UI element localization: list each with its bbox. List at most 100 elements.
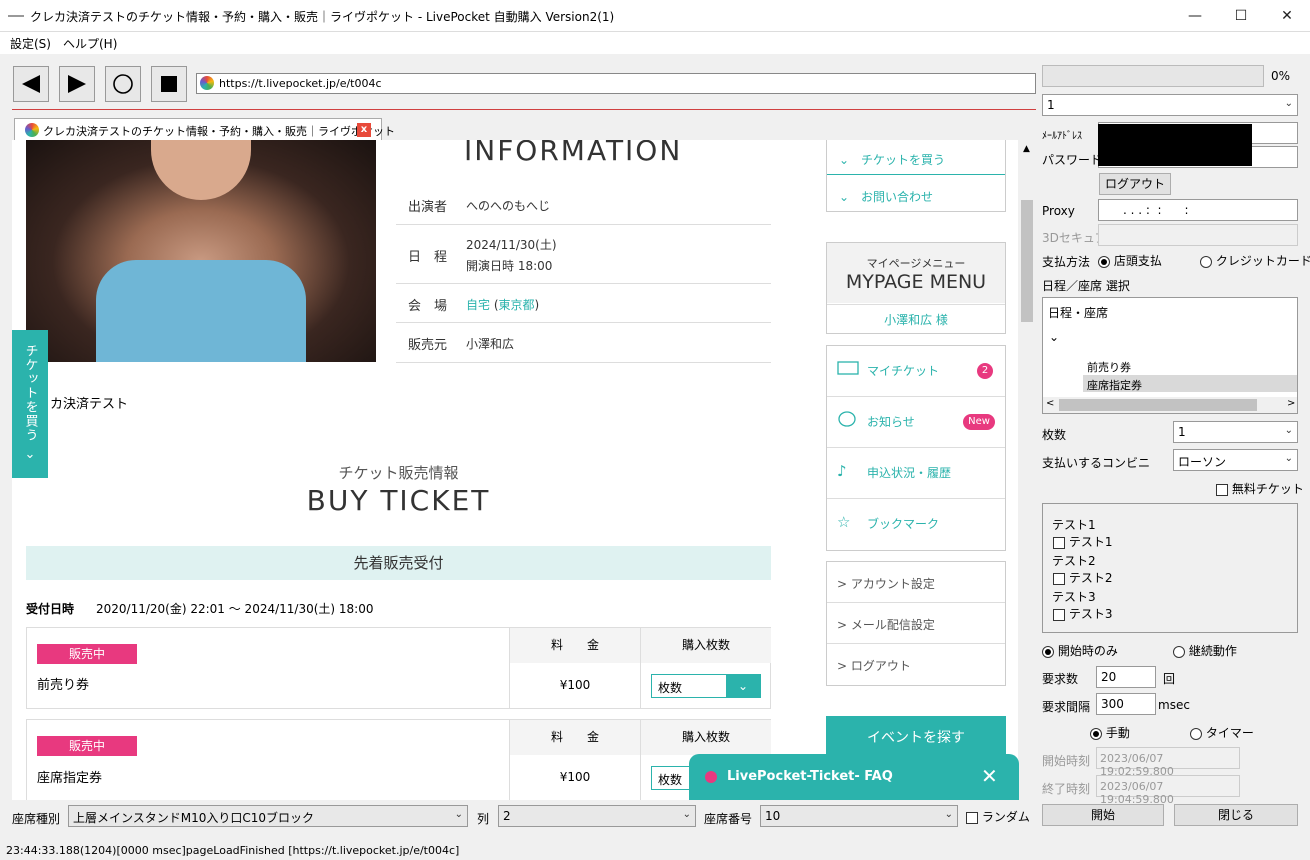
- venue-link[interactable]: 自宅: [466, 298, 490, 312]
- menu-label: マイチケット: [867, 364, 940, 378]
- info-row-venue: 会 場 自宅 (東京都): [396, 284, 771, 323]
- qty-combo[interactable]: 1 ⌄: [1173, 421, 1298, 443]
- random-checkbox[interactable]: ランダム: [966, 808, 1030, 825]
- performer-link[interactable]: へのへのもへじ: [466, 197, 550, 214]
- scroll-thumb[interactable]: [1021, 200, 1033, 322]
- pay-store-radio[interactable]: 店頭支払: [1098, 252, 1162, 269]
- start-button[interactable]: 開始: [1042, 804, 1164, 826]
- dot-icon: [705, 771, 717, 783]
- tab-close-icon[interactable]: x: [357, 123, 371, 137]
- faq-popup[interactable]: LivePocket-Ticket- FAQ ✕: [689, 754, 1019, 800]
- tree-item-advance[interactable]: 前売り券: [1087, 359, 1131, 375]
- close-window-button[interactable]: ✕: [1264, 0, 1310, 32]
- back-button[interactable]: [13, 66, 49, 102]
- expand-icon[interactable]: ⌄: [1049, 330, 1059, 344]
- menu-history[interactable]: ♪ 申込状況・履歴: [827, 448, 1005, 499]
- secure-field: [1098, 224, 1298, 246]
- email-label: ﾒｰﾙｱﾄﾞﾚｽ: [1042, 131, 1082, 142]
- divider-line: [12, 109, 1036, 110]
- close-icon[interactable]: ✕: [981, 764, 998, 788]
- timer-radio[interactable]: タイマー: [1190, 724, 1254, 741]
- qty-select[interactable]: 枚数 ⌄: [651, 674, 761, 698]
- buy-ticket-link[interactable]: ⌄ チケットを買う: [827, 140, 1005, 175]
- stop-button[interactable]: [151, 66, 187, 102]
- ticket-name: 前売り券: [37, 678, 90, 693]
- proxy-field[interactable]: . . . : : :: [1098, 199, 1298, 221]
- continuous-radio[interactable]: 継続動作: [1173, 642, 1237, 659]
- info-row-performer: 出演者 へのへのもへじ: [396, 185, 771, 225]
- tree-item-seat[interactable]: 座席指定券: [1087, 377, 1142, 393]
- seat-no-value: 10: [765, 809, 781, 823]
- scroll-left-icon[interactable]: <: [1046, 398, 1054, 409]
- test-checkbox[interactable]: テスト1: [1053, 533, 1112, 550]
- free-ticket-checkbox[interactable]: 無料チケット: [1216, 480, 1304, 497]
- menu-settings[interactable]: 設定(S): [10, 35, 51, 52]
- test-options-box: テスト1 テスト1 テスト2 テスト2 テスト3 テスト3: [1042, 503, 1298, 633]
- end-time-value: 2023/06/07 19:04:59.800: [1100, 780, 1174, 806]
- browser-tab[interactable]: クレカ決済テストのチケット情報・予約・購入・販売｜ライヴポケット x: [14, 118, 395, 140]
- event-photo: [26, 140, 376, 362]
- menu-my-ticket[interactable]: マイチケット 2: [827, 346, 1005, 397]
- maximize-button[interactable]: ☐: [1218, 0, 1264, 32]
- user-name[interactable]: 小澤和広 様: [827, 304, 1005, 334]
- qty-header: 購入枚数: [640, 720, 771, 755]
- logout-button[interactable]: ログアウト: [1099, 173, 1171, 195]
- seat-no-combo[interactable]: 10 ⌄: [760, 805, 958, 827]
- photo-shirt: [96, 260, 306, 362]
- req-count-field[interactable]: 20: [1096, 666, 1156, 688]
- seller-link[interactable]: 小澤和広: [466, 335, 514, 352]
- tree-scroll-thumb[interactable]: [1059, 399, 1257, 411]
- scroll-right-icon[interactable]: >: [1287, 398, 1295, 409]
- mypage-box: マイページメニュー MYPAGE MENU 小澤和広 様: [826, 242, 1006, 334]
- ticket-subtitle: チケット販売情報: [338, 464, 459, 482]
- tree-hscrollbar[interactable]: < >: [1043, 397, 1297, 413]
- row-combo[interactable]: 2 ⌄: [498, 805, 696, 827]
- venue-area-link[interactable]: 東京都: [499, 298, 535, 312]
- reload-button[interactable]: [105, 66, 141, 102]
- page-scrollbar[interactable]: ▲: [1018, 140, 1036, 800]
- checkbox-label: テスト2: [1068, 571, 1113, 585]
- start-only-radio[interactable]: 開始時のみ: [1042, 642, 1118, 659]
- checkbox-icon: [1216, 483, 1228, 496]
- req-interval-field[interactable]: 300: [1096, 693, 1156, 715]
- logout-link[interactable]: > ログアウト: [827, 644, 1005, 685]
- account-settings-link[interactable]: > アカウント設定: [827, 562, 1005, 603]
- menu-bookmark[interactable]: ☆ ブックマーク: [827, 499, 1005, 550]
- test-checkbox[interactable]: テスト3: [1053, 605, 1112, 622]
- manual-radio[interactable]: 手動: [1090, 724, 1130, 741]
- menu-bar: 設定(S) ヘルプ(H): [0, 32, 1310, 54]
- tree-root[interactable]: 日程・座席: [1048, 304, 1108, 321]
- tab-favicon-icon: [25, 123, 39, 137]
- conv-combo[interactable]: ローソン ⌄: [1173, 449, 1298, 471]
- mail-settings-link[interactable]: > メール配信設定: [827, 603, 1005, 644]
- row-value: 2: [503, 809, 511, 823]
- select-label: 日程／座席 選択: [1042, 279, 1130, 293]
- menu-help[interactable]: ヘルプ(H): [63, 35, 117, 52]
- row-label: 列: [477, 812, 490, 826]
- contact-link[interactable]: ⌄ お問い合わせ: [827, 176, 1005, 212]
- pay-card-radio[interactable]: クレジットカード: [1200, 252, 1310, 269]
- test-group-label: テスト1: [1052, 518, 1096, 532]
- ticket-name: 座席指定券: [37, 771, 103, 786]
- menu-news[interactable]: お知らせ New: [827, 397, 1005, 448]
- progress-label: 0%: [1271, 69, 1291, 83]
- url-bar[interactable]: https://t.livepocket.jp/e/t004c: [196, 73, 1036, 94]
- minimize-button[interactable]: —: [1172, 0, 1218, 32]
- checkbox-label: テスト3: [1068, 607, 1113, 621]
- forward-button[interactable]: [59, 66, 95, 102]
- venue-paren: ): [534, 298, 540, 312]
- test-group-label: テスト3: [1052, 590, 1096, 604]
- info-key: 会 場: [408, 299, 448, 314]
- seat-tree[interactable]: 日程・座席 ⌄ 前売り券 座席指定券 < >: [1042, 297, 1298, 414]
- end-time-label: 終了時刻: [1042, 782, 1091, 796]
- profile-select[interactable]: 1 ⌄: [1042, 94, 1298, 116]
- new-badge: New: [963, 414, 995, 430]
- scroll-up-icon[interactable]: ▲: [1023, 144, 1030, 154]
- seat-type-combo[interactable]: 上層メインスタンドM10入り口C10ブロック ⌄: [68, 805, 468, 827]
- close-button[interactable]: 閉じる: [1174, 804, 1298, 826]
- buy-ticket-side-tab[interactable]: チケットを買う ⌄: [12, 330, 48, 478]
- forward-arrow-icon: [68, 75, 86, 93]
- test-checkbox[interactable]: テスト2: [1053, 569, 1112, 586]
- info-key: 出演者: [408, 200, 448, 215]
- start-time-field: 2023/06/07 19:02:59.800: [1096, 747, 1240, 778]
